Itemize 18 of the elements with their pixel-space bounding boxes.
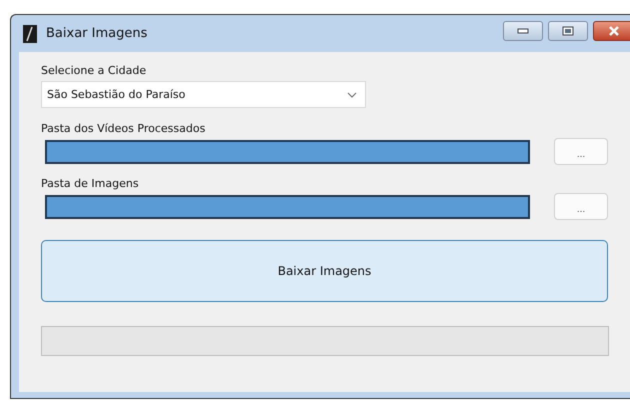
chevron-down-icon	[347, 92, 357, 98]
close-icon	[607, 26, 621, 36]
download-button[interactable]: Baixar Imagens	[41, 240, 608, 302]
window-title: Baixar Imagens	[46, 26, 148, 41]
city-dropdown[interactable]: São Sebastião do Paraíso	[41, 81, 366, 108]
folder-label: Pasta de Imagens	[41, 177, 140, 190]
minimize-icon	[517, 28, 529, 34]
minimize-button[interactable]	[503, 20, 543, 40]
city-label: Selecione a Cidade	[41, 64, 148, 77]
folder-label: Pasta dos Vídeos Processados	[41, 122, 206, 135]
folder-path-field[interactable]	[45, 194, 530, 218]
browse-button[interactable]: ...	[554, 138, 608, 165]
maximize-button[interactable]	[548, 20, 588, 40]
browse-button[interactable]: ...	[554, 193, 608, 220]
folder-path-field[interactable]	[45, 140, 530, 164]
app-icon	[23, 24, 37, 42]
maximize-icon	[562, 26, 574, 36]
close-button[interactable]	[593, 20, 630, 40]
